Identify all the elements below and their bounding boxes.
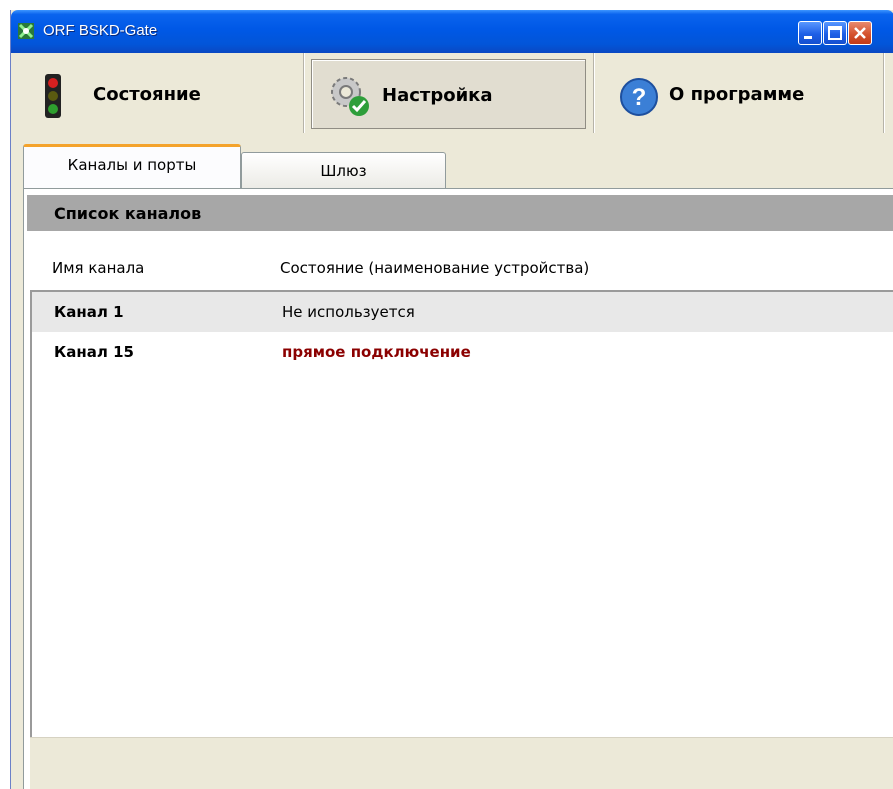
gears-check-icon <box>331 77 369 116</box>
svg-text:?: ? <box>632 84 647 111</box>
main-toolbar: Состояние Настройка ? О программе <box>11 53 893 136</box>
close-icon <box>854 27 866 39</box>
maximize-button[interactable] <box>823 21 847 45</box>
close-button[interactable] <box>848 21 872 45</box>
toolbar-separator <box>303 53 304 133</box>
toolbar-label-status: Состояние <box>93 84 201 105</box>
toolbar-button-status[interactable]: Состояние <box>17 59 297 129</box>
maximize-icon <box>828 26 842 40</box>
tab-gateway[interactable]: Шлюз <box>241 152 446 188</box>
section-title: Список каналов <box>54 204 202 223</box>
list-item[interactable]: Канал 15 прямое подключение <box>32 332 893 372</box>
toolbar-label-settings: Настройка <box>382 85 493 106</box>
app-window: ORF BSKD-Gate Состояние Настройка ? О пр… <box>10 10 893 789</box>
app-icon <box>18 23 34 39</box>
channel-state: прямое подключение <box>282 343 471 361</box>
column-header-name[interactable]: Имя канала <box>52 259 144 277</box>
status-bar <box>30 737 893 789</box>
tab-channels-ports[interactable]: Каналы и порты <box>23 144 241 188</box>
traffic-light-icon <box>45 74 61 118</box>
title-bar[interactable]: ORF BSKD-Gate <box>11 10 893 53</box>
toolbar-separator <box>593 53 594 133</box>
channel-state: Не используется <box>282 303 415 321</box>
channel-name: Канал 15 <box>54 343 134 361</box>
toolbar-label-about: О программе <box>669 84 805 105</box>
section-header: Список каналов <box>27 195 893 231</box>
toolbar-separator <box>883 53 884 133</box>
channel-name: Канал 1 <box>54 303 124 321</box>
window-title: ORF BSKD-Gate <box>43 22 158 39</box>
help-icon: ? <box>620 78 658 116</box>
column-header-state[interactable]: Состояние (наименование устройства) <box>280 259 589 277</box>
minimize-icon <box>804 36 812 39</box>
minimize-button[interactable] <box>798 21 822 45</box>
channels-panel: Список каналов Имя канала Состояние (наи… <box>23 188 893 789</box>
channel-list[interactable]: Канал 1 Не используется Канал 15 прямое … <box>30 290 893 737</box>
list-item[interactable]: Канал 1 Не используется <box>32 292 893 332</box>
toolbar-button-about[interactable]: ? О программе <box>601 59 876 129</box>
toolbar-button-settings[interactable]: Настройка <box>311 59 586 129</box>
settings-tabs: Каналы и порты Шлюз <box>11 136 893 188</box>
